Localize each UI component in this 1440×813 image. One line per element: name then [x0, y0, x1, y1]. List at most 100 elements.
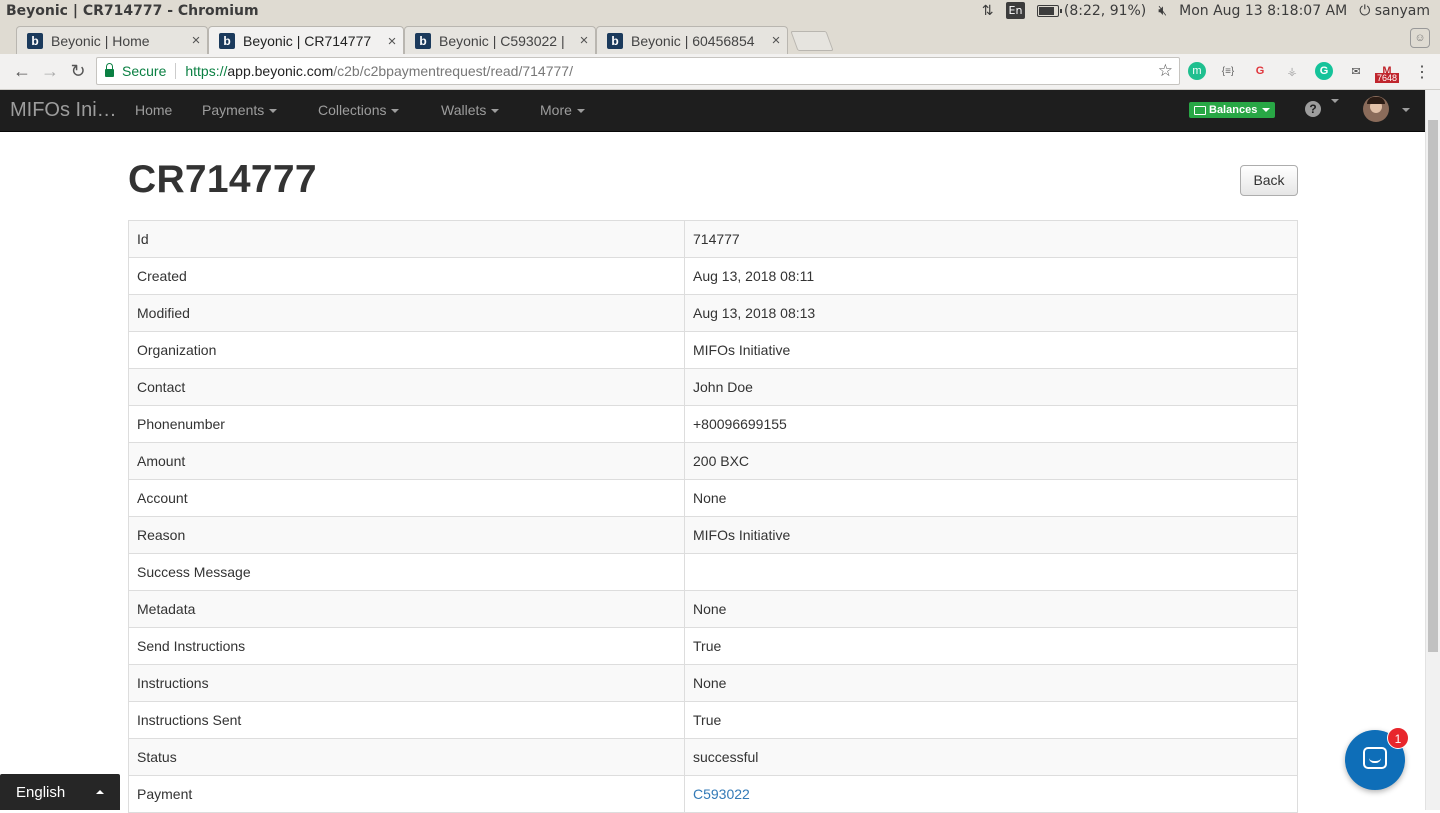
back-button[interactable]: Back	[1240, 165, 1298, 196]
reload-icon[interactable]: ↻	[66, 60, 90, 82]
row-key: Contact	[128, 368, 685, 406]
extension-json-icon[interactable]: {≡}	[1219, 62, 1237, 80]
row-value: 200 BXC	[684, 442, 1298, 480]
tab-beyonic-home[interactable]: b Beyonic | Home ×	[16, 26, 208, 54]
network-icon[interactable]: ⇅	[982, 3, 994, 19]
extension-c-icon[interactable]: G	[1251, 62, 1269, 80]
table-row: Amount 200 BXC	[128, 442, 1298, 480]
nav-wallets[interactable]: Wallets	[441, 102, 500, 118]
back-arrow-icon[interactable]: ←	[10, 60, 34, 82]
language-switcher[interactable]: English	[0, 774, 120, 810]
profile-icon[interactable]: ☺	[1410, 28, 1430, 48]
row-key: Modified	[128, 294, 685, 332]
chat-unread-badge: 1	[1387, 727, 1409, 749]
close-icon[interactable]: ×	[381, 33, 403, 50]
page-scrollbar[interactable]	[1425, 90, 1440, 810]
beyonic-favicon-icon: b	[415, 32, 431, 49]
cash-icon	[1194, 105, 1206, 115]
tab-60456854[interactable]: b Beyonic | 60456854 ×	[596, 26, 788, 54]
chat-launcher-button[interactable]: 1	[1345, 727, 1409, 790]
address-bar[interactable]: Secure https://app.beyonic.com/c2b/c2bpa…	[96, 57, 1180, 85]
battery-indicator[interactable]: (8:22, 91%)	[1037, 3, 1146, 19]
row-key: Metadata	[128, 590, 685, 628]
clock[interactable]: Mon Aug 13 8:18:07 AM	[1179, 3, 1347, 19]
row-value: C593022	[684, 775, 1298, 813]
help-chevron-down-icon	[1331, 99, 1339, 103]
org-brand[interactable]: MIFOs Ini…	[10, 99, 117, 122]
battery-icon	[1037, 4, 1063, 17]
tab-strip: b Beyonic | Home × b Beyonic | CR714777 …	[0, 24, 1440, 55]
extension-m-icon[interactable]: m	[1188, 62, 1206, 80]
os-top-bar: Beyonic | CR714777 - Chromium ⇅ En (8:22…	[0, 0, 1440, 24]
row-value: None	[684, 479, 1298, 517]
table-row: Success Message	[128, 553, 1298, 591]
scrollbar-thumb[interactable]	[1428, 120, 1438, 652]
nav-home[interactable]: Home	[135, 102, 172, 118]
row-value: True	[684, 701, 1298, 739]
extension-tree-icon[interactable]: ⚶	[1283, 62, 1301, 80]
url-path: /c2b/c2bpaymentrequest/read/714777/	[333, 63, 573, 79]
tab-c593022[interactable]: b Beyonic | C593022 | ×	[404, 26, 596, 54]
close-icon[interactable]: ×	[185, 32, 207, 49]
tab-label: Beyonic | CR714777	[243, 33, 372, 49]
row-value: John Doe	[684, 368, 1298, 406]
volume-muted-icon[interactable]: 🔇︎	[1158, 3, 1167, 19]
row-key: Status	[128, 738, 685, 776]
table-row: Instructions None	[128, 664, 1298, 702]
tab-label: Beyonic | 60456854	[631, 32, 755, 49]
row-value: +80096699155	[684, 405, 1298, 443]
row-key: Created	[128, 257, 685, 295]
table-row: Account None	[128, 479, 1298, 517]
nav-payments[interactable]: Payments	[202, 102, 278, 118]
help-icon[interactable]: ?	[1305, 101, 1321, 117]
row-value: MIFOs Initiative	[684, 331, 1298, 369]
browser-toolbar: ← → ↻ Secure https://app.beyonic.com/c2b…	[0, 54, 1440, 90]
avatar[interactable]	[1363, 96, 1389, 122]
app-navbar: MIFOs Ini… Home Payments Collections Wal…	[0, 90, 1425, 132]
table-row: Metadata None	[128, 590, 1298, 628]
account-chevron-down-icon[interactable]	[1402, 108, 1410, 112]
user-menu[interactable]: ⏻ sanyam	[1359, 3, 1430, 19]
payment-link[interactable]: C593022	[693, 786, 750, 802]
tab-label: Beyonic | C593022 |	[439, 32, 565, 49]
chevron-down-icon	[576, 109, 585, 114]
table-row: Instructions Sent True	[128, 701, 1298, 739]
nav-wallets-label: Wallets	[441, 102, 487, 118]
url-host: app.beyonic.com	[227, 63, 334, 79]
row-key: Payment	[128, 775, 685, 813]
close-icon[interactable]: ×	[573, 32, 595, 49]
window-title: Beyonic | CR714777 - Chromium	[6, 3, 259, 19]
nav-collections[interactable]: Collections	[318, 102, 400, 118]
row-key: Account	[128, 479, 685, 517]
nav-payments-label: Payments	[202, 102, 265, 118]
browser-menu-icon[interactable]: ⋮	[1414, 62, 1430, 82]
balances-button[interactable]: Balances	[1189, 102, 1276, 118]
close-icon[interactable]: ×	[765, 32, 787, 49]
language-label: English	[16, 784, 66, 801]
nav-more-label: More	[540, 102, 572, 118]
beyonic-favicon-icon: b	[219, 33, 235, 49]
new-tab-button[interactable]	[790, 31, 834, 51]
forward-arrow-icon[interactable]: →	[38, 60, 62, 82]
row-key: Instructions	[128, 664, 685, 702]
mail-check-icon[interactable]: ✉	[1347, 62, 1365, 80]
user-name: sanyam	[1374, 2, 1430, 19]
row-value: Aug 13, 2018 08:11	[684, 257, 1298, 295]
page-title: CR714777	[128, 158, 317, 201]
lock-icon	[105, 63, 114, 77]
divider	[175, 63, 177, 79]
tab-label: Beyonic | Home	[51, 32, 150, 49]
tab-cr714777[interactable]: b Beyonic | CR714777 ×	[208, 26, 404, 55]
table-row: Contact John Doe	[128, 368, 1298, 406]
row-value: MIFOs Initiative	[684, 516, 1298, 554]
gmail-unread-badge: 7648	[1375, 73, 1400, 83]
keyboard-layout-indicator[interactable]: En	[1005, 2, 1026, 19]
table-row: Status successful	[128, 738, 1298, 776]
bookmark-star-icon[interactable]: ☆	[1158, 61, 1173, 81]
table-row: Send Instructions True	[128, 627, 1298, 665]
table-row: Organization MIFOs Initiative	[128, 331, 1298, 369]
table-row: Reason MIFOs Initiative	[128, 516, 1298, 554]
nav-more[interactable]: More	[540, 102, 585, 118]
chevron-down-icon	[1262, 108, 1271, 112]
grammarly-icon[interactable]: G	[1315, 62, 1333, 80]
